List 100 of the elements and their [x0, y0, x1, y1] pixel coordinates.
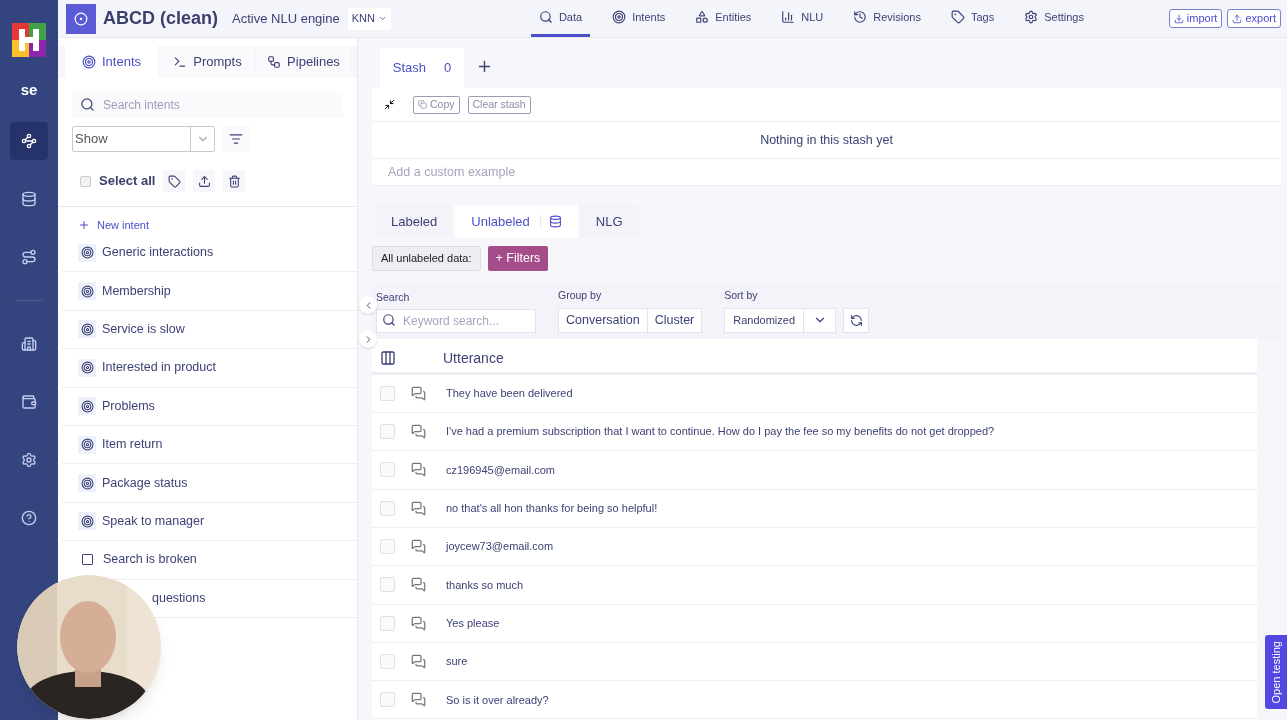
table-row[interactable]: Yes please [372, 604, 1257, 643]
row-checkbox[interactable] [380, 500, 395, 516]
export-button[interactable] [193, 170, 216, 192]
table-row[interactable]: They have been delivered [372, 374, 1257, 414]
group-by-label: Group by [558, 288, 603, 303]
wallet-icon [21, 393, 37, 410]
empty-stash-message: Nothing in this stash yet [372, 122, 1281, 159]
chat-icon [411, 692, 426, 708]
nav-tab[interactable]: Revisions [845, 0, 929, 37]
view-tab[interactable]: Unlabeled [455, 205, 578, 238]
intent-item[interactable]: Membership [62, 272, 357, 311]
clear-filter-button[interactable] [223, 126, 249, 152]
nav-tab[interactable]: Tags [943, 0, 1003, 37]
panel-tab[interactable]: Prompts [161, 46, 254, 78]
database-icon [548, 215, 562, 228]
target-icon [80, 322, 94, 336]
row-checkbox[interactable] [380, 692, 395, 708]
copy-button[interactable]: Copy [413, 95, 460, 114]
row-checkbox[interactable] [380, 577, 395, 593]
table-row[interactable]: sure [372, 642, 1257, 682]
shuffle-button[interactable] [843, 307, 869, 333]
tag-button[interactable] [163, 170, 186, 192]
nav-tab[interactable]: Data [530, 0, 591, 37]
trash-icon [227, 174, 241, 188]
target-icon [612, 10, 627, 24]
row-checkbox[interactable] [380, 539, 395, 555]
row-checkbox[interactable] [380, 615, 395, 631]
intent-item[interactable]: Problems [62, 387, 357, 426]
project-title: ABCD (clean) [103, 7, 218, 30]
table-row[interactable]: no that's all hon thanks for being so helpful! [372, 489, 1257, 528]
upload-icon [1232, 13, 1243, 24]
delete-button[interactable] [223, 170, 246, 192]
show-select[interactable]: Show [72, 126, 215, 152]
sort-select[interactable]: Randomized [724, 307, 836, 333]
tag-icon [951, 10, 965, 24]
nav-tab[interactable]: Settings [1016, 0, 1092, 37]
row-checkbox[interactable] [380, 385, 395, 401]
header-button[interactable]: export [1227, 9, 1281, 28]
upload-icon [197, 174, 211, 188]
intent-item[interactable]: Speak to manager [62, 502, 357, 542]
chat-icon [411, 462, 426, 478]
checkbox[interactable] [80, 175, 91, 187]
group-option[interactable]: Cluster [646, 308, 702, 332]
table-row[interactable]: cz196945@email.com [372, 451, 1257, 490]
workspace-label: se [20, 80, 38, 100]
workflow-icon [267, 55, 282, 69]
intent-item[interactable]: Package status [62, 464, 357, 503]
search-icon [80, 97, 95, 112]
select-all-label: Select all [99, 172, 156, 191]
terminal-icon [173, 55, 188, 69]
nav-tab[interactable]: NLU [773, 0, 832, 37]
header-button[interactable]: import [1168, 9, 1223, 28]
engine-select[interactable]: KNN [347, 7, 391, 30]
panel-tab[interactable]: Pipelines [257, 46, 350, 78]
keyword-search-field[interactable]: Keyword search... [376, 308, 536, 333]
row-checkbox[interactable] [380, 653, 395, 669]
target-icon [80, 399, 94, 413]
target-icon [80, 514, 94, 528]
target-icon [80, 284, 94, 298]
chat-icon [411, 539, 426, 555]
chat-icon [411, 615, 426, 631]
stash-tab[interactable]: Stash 0 [380, 48, 464, 88]
plus-icon [78, 219, 90, 231]
custom-example-field[interactable]: Add a custom example [372, 159, 1281, 186]
table-row[interactable]: I've had a premium subscription that I want to continue. How do I pay the fee so my benefits do not get dropped? [372, 413, 1257, 452]
collapse-icon [384, 99, 395, 110]
row-checkbox[interactable] [380, 424, 395, 440]
building-icon [21, 335, 37, 352]
intent-item[interactable]: Interested in product [62, 349, 357, 388]
shapes-icon [695, 10, 710, 24]
route-icon [21, 248, 37, 265]
table-row[interactable]: So is it over already? [372, 681, 1257, 720]
database-icon [21, 190, 37, 207]
table-row[interactable]: thanks so much [372, 566, 1257, 605]
intent-item[interactable]: Generic interactions [62, 234, 357, 273]
clear-stash-button[interactable]: Clear stash [467, 95, 531, 114]
table-row[interactable]: joycew73@email.com [372, 527, 1257, 567]
new-intent-button[interactable]: New intent [78, 217, 149, 233]
nav-tab[interactable]: Entities [687, 0, 760, 37]
search-icon [382, 312, 396, 327]
nav-tab[interactable]: Intents [604, 0, 674, 37]
row-checkbox[interactable] [380, 462, 395, 478]
intent-item[interactable]: Item return [62, 425, 357, 465]
chat-icon [411, 653, 426, 669]
search-label: Search [376, 290, 411, 305]
search-icon [538, 10, 553, 24]
panel-tab[interactable]: Intents [65, 46, 158, 78]
open-testing-tab[interactable]: Open testing [1265, 635, 1287, 709]
download-icon [1173, 13, 1184, 24]
target-icon [80, 246, 94, 260]
filter-icon [229, 132, 243, 146]
chat-icon [411, 385, 426, 401]
caret-icon [377, 14, 387, 23]
filters-button[interactable]: + Filters [487, 246, 549, 271]
rail-button[interactable] [10, 121, 48, 160]
settings-icon [21, 451, 37, 468]
search-field[interactable]: Search intents [72, 92, 343, 118]
group-option[interactable]: Conversation [559, 308, 647, 332]
intent-item[interactable]: Service is slow [62, 310, 357, 350]
columns-icon [380, 350, 396, 367]
